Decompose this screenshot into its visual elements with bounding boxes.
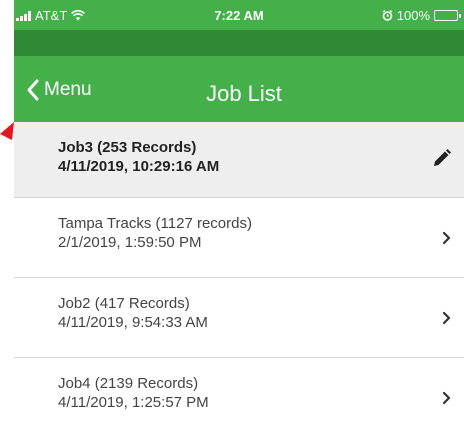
job-date: 4/11/2019, 1:25:57 PM <box>58 394 209 411</box>
list-item[interactable]: Job2 (417 Records) 4/11/2019, 9:54:33 AM <box>14 278 464 358</box>
chevron-right-icon <box>442 391 451 405</box>
job-name: Job2 (417 Records) <box>58 295 190 312</box>
job-list: Job3 (253 Records) 4/11/2019, 10:29:16 A… <box>14 122 464 428</box>
chevron-right-icon <box>442 231 451 245</box>
edit-icon[interactable] <box>432 148 452 168</box>
alarm-icon <box>382 10 393 21</box>
battery-percent: 100% <box>396 8 430 23</box>
item-text: Tampa Tracks (1127 records) 2/1/2019, 1:… <box>58 214 252 252</box>
nav-bar: Menu Job List <box>14 56 464 122</box>
job-date: 4/11/2019, 9:54:33 AM <box>58 314 208 331</box>
job-name: Job3 (253 Records) <box>58 139 197 156</box>
list-item[interactable]: Tampa Tracks (1127 records) 2/1/2019, 1:… <box>14 198 464 278</box>
status-bar: AT&T 7:22 AM 100% <box>14 0 464 30</box>
item-text: Job4 (2139 Records) 4/11/2019, 1:25:57 P… <box>58 374 209 412</box>
job-name: Job4 (2139 Records) <box>58 375 199 392</box>
job-date: 4/11/2019, 10:29:16 AM <box>58 158 220 175</box>
battery-icon <box>434 10 461 21</box>
job-name: Tampa Tracks (1127 records) <box>58 215 252 232</box>
list-item[interactable]: Job4 (2139 Records) 4/11/2019, 1:25:57 P… <box>14 358 464 428</box>
chevron-right-icon <box>442 311 451 325</box>
battery-group: 100% <box>382 8 461 23</box>
item-text: Job2 (417 Records) 4/11/2019, 9:54:33 AM <box>58 294 208 332</box>
list-item[interactable]: Job3 (253 Records) 4/11/2019, 10:29:16 A… <box>14 122 464 198</box>
item-text: Job3 (253 Records) 4/11/2019, 10:29:16 A… <box>58 138 219 176</box>
page-title: Job List <box>206 81 282 106</box>
job-date: 2/1/2019, 1:59:50 PM <box>58 234 202 251</box>
header-band <box>14 30 464 56</box>
